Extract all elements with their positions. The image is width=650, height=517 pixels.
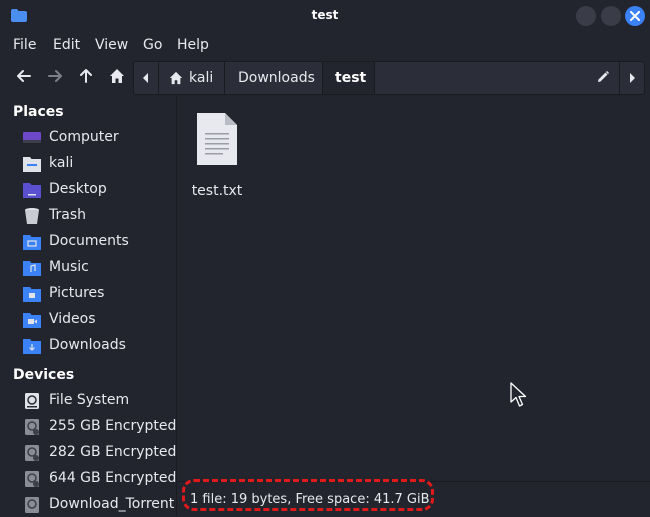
back-arrow-icon bbox=[17, 70, 31, 82]
mouse-pointer-icon bbox=[510, 382, 527, 407]
home-folder-icon bbox=[23, 157, 41, 172]
maximize-button[interactable] bbox=[601, 6, 621, 26]
close-icon bbox=[630, 11, 640, 21]
videos-folder-icon bbox=[23, 313, 41, 328]
path-scroll-right-button[interactable] bbox=[619, 62, 644, 94]
sidebar-item-videos[interactable]: Videos bbox=[0, 308, 176, 332]
sidebar-item-downloads[interactable]: Downloads bbox=[0, 334, 176, 358]
sidebar-item-label: 644 GB Encrypted bbox=[49, 470, 177, 486]
encrypted-drive-icon bbox=[25, 419, 39, 435]
home-icon bbox=[169, 71, 183, 85]
edit-path-button[interactable] bbox=[589, 62, 619, 94]
menu-edit[interactable]: Edit bbox=[53, 37, 80, 53]
sidebar-item-trash[interactable]: Trash bbox=[0, 204, 176, 228]
path-bar: kali Downloads test bbox=[133, 61, 645, 95]
sidebar-item-label: 255 GB Encrypted bbox=[49, 418, 177, 434]
documents-folder-icon bbox=[23, 235, 41, 250]
home-icon bbox=[110, 69, 124, 83]
home-button[interactable] bbox=[105, 64, 129, 88]
downloads-folder-icon bbox=[23, 339, 41, 354]
minimize-button[interactable] bbox=[576, 6, 596, 26]
sidebar-item-282gb-encrypted[interactable]: 282 GB Encrypted bbox=[0, 441, 176, 465]
sidebar-item-label: Music bbox=[49, 259, 89, 275]
sidebar-item-computer[interactable]: Computer bbox=[0, 126, 176, 150]
status-highlight-annotation bbox=[182, 479, 434, 511]
sidebar-item-label: Pictures bbox=[49, 285, 105, 301]
chevron-left-icon bbox=[143, 73, 148, 83]
menu-go[interactable]: Go bbox=[143, 37, 162, 53]
file-name: test.txt bbox=[191, 183, 243, 199]
sidebar: Places Computer kali Desktop Trash Docum… bbox=[0, 96, 177, 516]
up-arrow-icon bbox=[80, 69, 92, 83]
sidebar-item-label: Documents bbox=[49, 233, 129, 249]
drive-icon bbox=[25, 393, 39, 409]
forward-arrow-icon bbox=[48, 70, 62, 82]
chevron-right-icon bbox=[630, 73, 635, 83]
file-item-test-txt[interactable]: test.txt bbox=[187, 106, 247, 199]
sidebar-item-desktop[interactable]: Desktop bbox=[0, 178, 176, 202]
breadcrumb-label: kali bbox=[189, 70, 214, 86]
sidebar-item-label: kali bbox=[49, 155, 74, 171]
sidebar-item-label: Videos bbox=[49, 311, 96, 327]
sidebar-item-label: 282 GB Encrypted bbox=[49, 444, 177, 460]
sidebar-item-documents[interactable]: Documents bbox=[0, 230, 176, 254]
close-button[interactable] bbox=[625, 6, 645, 26]
sidebar-item-label: Download_Torrent bbox=[49, 496, 175, 512]
back-button[interactable] bbox=[12, 64, 36, 88]
forward-button[interactable] bbox=[43, 64, 67, 88]
menu-help[interactable]: Help bbox=[177, 37, 209, 53]
drive-icon bbox=[25, 497, 39, 513]
breadcrumb-downloads[interactable]: Downloads bbox=[224, 62, 323, 94]
sidebar-item-kali[interactable]: kali bbox=[0, 152, 176, 176]
sidebar-item-file-system[interactable]: File System bbox=[0, 389, 176, 413]
menu-bar: File Edit View Go Help bbox=[0, 32, 650, 58]
sidebar-item-label: Computer bbox=[49, 129, 119, 145]
menu-file[interactable]: File bbox=[13, 37, 36, 53]
window-title: test bbox=[311, 8, 339, 22]
menu-view[interactable]: View bbox=[95, 37, 128, 53]
sidebar-item-label: Downloads bbox=[49, 337, 126, 353]
devices-heading: Devices bbox=[13, 367, 75, 383]
breadcrumb-test[interactable]: test bbox=[322, 62, 375, 94]
up-button[interactable] bbox=[74, 64, 98, 88]
breadcrumb-label: test bbox=[335, 70, 367, 86]
pictures-folder-icon bbox=[23, 287, 41, 302]
sidebar-item-label: Trash bbox=[49, 207, 86, 223]
sidebar-item-label: File System bbox=[49, 392, 130, 408]
places-heading: Places bbox=[13, 104, 64, 120]
encrypted-drive-icon bbox=[25, 445, 39, 461]
file-view[interactable]: test.txt bbox=[177, 96, 650, 480]
sidebar-item-download-torrent[interactable]: Download_Torrent bbox=[0, 493, 176, 516]
sidebar-item-255gb-encrypted[interactable]: 255 GB Encrypted bbox=[0, 415, 176, 439]
sidebar-item-pictures[interactable]: Pictures bbox=[0, 282, 176, 306]
pencil-icon bbox=[598, 70, 610, 82]
sidebar-item-644gb-encrypted[interactable]: 644 GB Encrypted bbox=[0, 467, 176, 491]
breadcrumb-home[interactable]: kali bbox=[158, 62, 225, 94]
music-folder-icon bbox=[23, 261, 41, 276]
title-bar[interactable]: test bbox=[0, 0, 650, 32]
breadcrumb-label: Downloads bbox=[238, 70, 315, 86]
file-manager-window: test File Edit View Go Help kali Downloa… bbox=[0, 0, 650, 516]
trash-icon bbox=[25, 208, 39, 224]
path-scroll-left-button[interactable] bbox=[134, 62, 158, 94]
computer-icon bbox=[23, 132, 41, 143]
desktop-folder-icon bbox=[23, 183, 41, 198]
sidebar-item-music[interactable]: Music bbox=[0, 256, 176, 280]
sidebar-item-label: Desktop bbox=[49, 181, 107, 197]
encrypted-drive-icon bbox=[25, 471, 39, 487]
text-file-icon bbox=[197, 113, 237, 165]
